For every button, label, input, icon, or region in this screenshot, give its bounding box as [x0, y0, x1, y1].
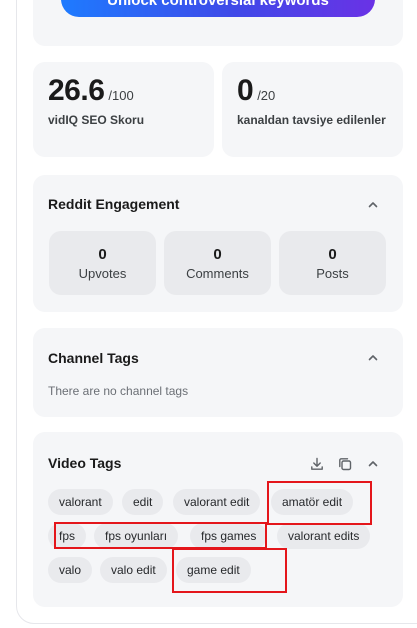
comments-value: 0 [213, 246, 222, 263]
reddit-engagement-title: Reddit Engagement [48, 196, 180, 212]
tag-chip[interactable]: fps games [190, 523, 268, 549]
channel-tags-section: Channel Tags There are no channel tags [33, 328, 403, 417]
tag-chip[interactable]: valo [48, 557, 93, 583]
tag-chip[interactable]: amatör edit [271, 489, 354, 515]
tag-chip[interactable]: edit [122, 489, 164, 515]
posts-value: 0 [328, 246, 337, 263]
tag-chip[interactable]: valorant edits [277, 523, 371, 549]
unlock-controversial-keywords-button[interactable]: Unlock controversial keywords [61, 0, 375, 17]
tag-chip[interactable]: fps oyunları [94, 523, 179, 549]
posts-label: Posts [316, 266, 349, 281]
seo-score-max: /100 [108, 88, 134, 103]
chevron-up-icon[interactable] [366, 457, 380, 471]
unlock-card: Unlock controversial keywords [33, 0, 403, 46]
tag-chip[interactable]: valo edit [100, 557, 167, 583]
upvotes-label: Upvotes [78, 266, 127, 281]
posts-stat: 0 Posts [279, 231, 386, 295]
tag-chip[interactable]: fps [48, 523, 87, 549]
chevron-up-icon[interactable] [366, 351, 380, 365]
copy-icon[interactable] [337, 456, 353, 472]
video-tags-section: Video Tags valorant edit valorant edit a… [33, 432, 403, 607]
reddit-engagement-section: Reddit Engagement 0 Upvotes 0 Comments 0… [33, 175, 403, 312]
comments-label: Comments [186, 266, 249, 281]
download-icon[interactable] [309, 456, 325, 472]
video-tags-title: Video Tags [48, 455, 122, 471]
channel-tags-empty-text: There are no channel tags [48, 384, 189, 398]
chevron-up-icon[interactable] [366, 198, 380, 212]
tag-chip[interactable]: valorant [48, 489, 113, 515]
comments-stat: 0 Comments [164, 231, 271, 295]
seo-score-value: 26.6 [48, 74, 105, 107]
seo-score-card: 26.6 /100 vidIQ SEO Skoru [33, 62, 214, 157]
tag-chip[interactable]: valorant edit [173, 489, 261, 515]
recommended-value: 0 [237, 74, 254, 107]
tag-chip[interactable]: game edit [176, 557, 251, 583]
channel-recommended-card: 0 /20 kanaldan tavsiye edilenler [222, 62, 403, 157]
upvotes-stat: 0 Upvotes [49, 231, 156, 295]
recommended-label: kanaldan tavsiye edilenler [237, 113, 386, 127]
upvotes-value: 0 [98, 246, 107, 263]
seo-score-label: vidIQ SEO Skoru [48, 113, 145, 127]
channel-tags-title: Channel Tags [48, 350, 139, 366]
recommended-max: /20 [257, 88, 276, 103]
